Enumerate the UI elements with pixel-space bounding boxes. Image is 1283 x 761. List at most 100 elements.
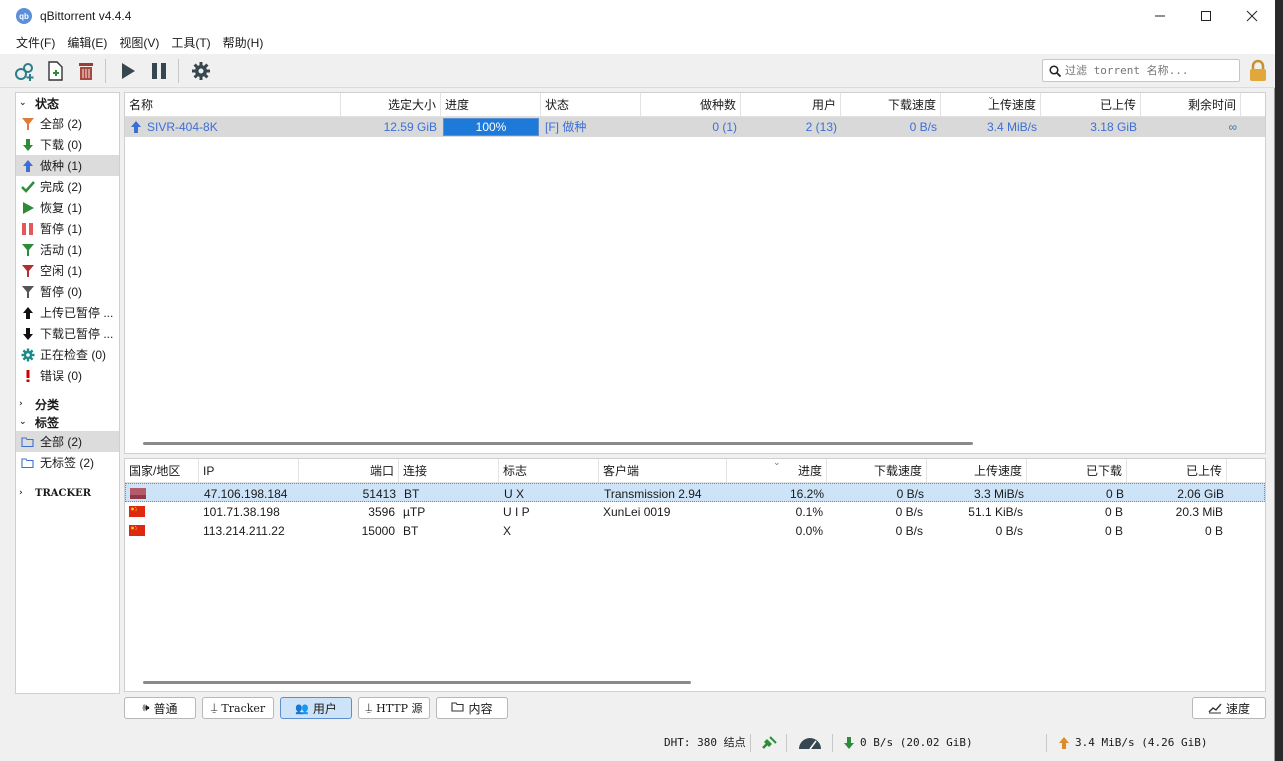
download-speed-status[interactable]: 0 B/s (20.02 GiB)	[842, 734, 973, 752]
options-button[interactable]	[187, 57, 215, 85]
checkmark-icon	[20, 179, 36, 195]
speed-graph-button[interactable]: 速度	[1192, 697, 1266, 719]
resume-button[interactable]	[114, 57, 142, 85]
column-header-peer-up[interactable]: 上传速度	[927, 459, 1027, 482]
horizontal-scrollbar[interactable]	[143, 681, 691, 684]
delete-torrent-button[interactable]	[72, 57, 100, 85]
dht-status: DHT: 380 结点	[664, 736, 746, 749]
tab-peers[interactable]: 👥 用户	[280, 697, 352, 719]
peer-row[interactable]: 113.214.211.22 15000 BT X 0.0% 0 B/s 0 B…	[125, 521, 1265, 540]
torrent-row[interactable]: SIVR-404-8K 12.59 GiB 100% [F] 做种 0 (1) …	[125, 117, 1265, 137]
peer-connection: BT	[404, 487, 420, 501]
column-header-uploaded[interactable]: 已上传	[1041, 93, 1141, 116]
upload-arrow-icon	[20, 158, 36, 174]
tracker-section-header[interactable]: › TRACKER	[16, 483, 119, 503]
sidebar-tag-all[interactable]: 全部 (2)	[16, 431, 119, 452]
peer-client: XunLei 0019	[603, 505, 671, 519]
status-section-header[interactable]: ⌄ 状态	[16, 93, 119, 113]
sidebar-item-active[interactable]: 活动 (1)	[16, 239, 119, 260]
column-header-client[interactable]: 客户端	[599, 459, 727, 482]
sidebar-tag-untagged[interactable]: 无标签 (2)	[16, 452, 119, 473]
connection-status-button[interactable]	[760, 734, 778, 752]
sidebar-item-stalled[interactable]: 暂停 (0)	[16, 281, 119, 302]
maximize-button[interactable]	[1183, 0, 1229, 32]
column-header-size[interactable]: 选定大小	[341, 93, 441, 116]
sidebar-item-label: 全部 (2)	[40, 117, 83, 131]
sidebar-item-label: 下载已暂停 ...	[40, 327, 114, 341]
search-input[interactable]	[1065, 64, 1235, 77]
column-header-eta[interactable]: 剩余时间	[1141, 93, 1241, 116]
column-header-progress[interactable]: 进度	[441, 93, 541, 116]
column-header-status[interactable]: 状态	[541, 93, 641, 116]
qbittorrent-window: qb qBittorrent v4.4.4 文件(F) 编辑(E) 视图(V) …	[0, 0, 1275, 761]
column-header-peer-downloaded[interactable]: 已下载	[1027, 459, 1127, 482]
sidebar-item-checking[interactable]: 正在检查 (0)	[16, 344, 119, 365]
column-header-seeds[interactable]: 做种数	[641, 93, 741, 116]
sidebar-item-seeding[interactable]: 做种 (1)	[16, 155, 119, 176]
peer-row[interactable]: 47.106.198.184 51413 BT U X Transmission…	[125, 483, 1265, 502]
peer-country	[126, 484, 200, 501]
torrent-list: 名称 选定大小 进度 状态 做种数 用户 下载速度 ⌄ 上传速度 已上传 剩余时…	[124, 92, 1266, 454]
sidebar-item-label: 暂停 (0)	[40, 285, 83, 299]
sidebar-item-upload-paused[interactable]: 上传已暂停 ...	[16, 302, 119, 323]
folder-open-icon	[20, 434, 36, 450]
speed-limit-toggle[interactable]	[797, 734, 823, 752]
tab-tracker[interactable]: ⍊ Tracker	[202, 697, 274, 719]
sidebar-item-resumed[interactable]: 恢复 (1)	[16, 197, 119, 218]
tags-section-title: 标签	[35, 415, 60, 430]
upload-speed-status[interactable]: 3.4 MiB/s (4.26 GiB)	[1057, 734, 1207, 752]
search-field[interactable]	[1042, 59, 1240, 82]
upload-black-icon	[20, 305, 36, 321]
sidebar-item-label: 下载 (0)	[40, 138, 83, 152]
progress-text: 100%	[475, 120, 507, 134]
close-button[interactable]	[1229, 0, 1275, 32]
filter-gray-icon	[20, 284, 36, 300]
column-header-down-speed[interactable]: 下载速度	[841, 93, 941, 116]
column-header-filler	[1241, 93, 1265, 116]
minimize-button[interactable]	[1137, 0, 1183, 32]
column-header-ip[interactable]: IP	[199, 459, 299, 482]
sidebar-item-completed[interactable]: 完成 (2)	[16, 176, 119, 197]
menu-file[interactable]: 文件(F)	[10, 32, 61, 54]
menu-help[interactable]: 帮助(H)	[217, 32, 270, 54]
column-header-filler	[1227, 459, 1265, 482]
sidebar-item-inactive[interactable]: 空闲 (1)	[16, 260, 119, 281]
sidebar-item-errored[interactable]: 错误 (0)	[16, 365, 119, 386]
column-header-up-speed[interactable]: ⌄ 上传速度	[941, 92, 1041, 116]
sidebar-item-all[interactable]: 全部 (2)	[16, 113, 119, 134]
column-header-flags[interactable]: 标志	[499, 459, 599, 482]
sidebar-item-download-paused[interactable]: 下载已暂停 ...	[16, 323, 119, 344]
pause-button[interactable]	[145, 57, 173, 85]
column-header-peer-progress[interactable]: ⌄ 进度	[727, 458, 827, 482]
category-section-header[interactable]: › 分类	[16, 395, 119, 413]
peer-port: 3596	[368, 505, 395, 519]
tab-content[interactable]: 内容	[436, 697, 508, 719]
menu-view[interactable]: 视图(V)	[113, 32, 165, 54]
column-header-country[interactable]: 国家/地区	[125, 459, 199, 482]
sidebar-item-paused[interactable]: 暂停 (1)	[16, 218, 119, 239]
menu-tools[interactable]: 工具(T)	[165, 32, 216, 54]
download-black-icon	[20, 326, 36, 342]
tab-http-sources[interactable]: ⍊ HTTP 源	[358, 697, 430, 719]
peer-row[interactable]: 101.71.38.198 3596 µTP U I P XunLei 0019…	[125, 502, 1265, 521]
desktop-background	[1275, 0, 1283, 761]
tags-section-header[interactable]: ⌄ 标签	[16, 413, 119, 431]
lock-ui-button[interactable]	[1246, 58, 1270, 84]
sidebar-item-label: 错误 (0)	[40, 369, 83, 383]
tab-general[interactable]: 🕪 普通	[124, 697, 196, 719]
peer-connection: BT	[403, 524, 419, 538]
add-torrent-file-button[interactable]	[41, 57, 69, 85]
column-header-port[interactable]: 端口	[299, 459, 399, 482]
column-header-peers[interactable]: 用户	[741, 93, 841, 116]
column-header-connection[interactable]: 连接	[399, 459, 499, 482]
add-torrent-link-button[interactable]	[10, 57, 38, 85]
tab-label: 普通	[153, 701, 178, 716]
sidebar-item-downloading[interactable]: 下载 (0)	[16, 134, 119, 155]
peer-client	[599, 521, 727, 540]
horizontal-scrollbar[interactable]	[143, 442, 973, 445]
column-header-peer-uploaded[interactable]: 已上传	[1127, 459, 1227, 482]
menu-edit[interactable]: 编辑(E)	[61, 32, 113, 54]
column-header-peer-down[interactable]: 下载速度	[827, 459, 927, 482]
column-header-name[interactable]: 名称	[125, 93, 341, 116]
torrent-table-header: 名称 选定大小 进度 状态 做种数 用户 下载速度 ⌄ 上传速度 已上传 剩余时…	[125, 92, 1265, 117]
